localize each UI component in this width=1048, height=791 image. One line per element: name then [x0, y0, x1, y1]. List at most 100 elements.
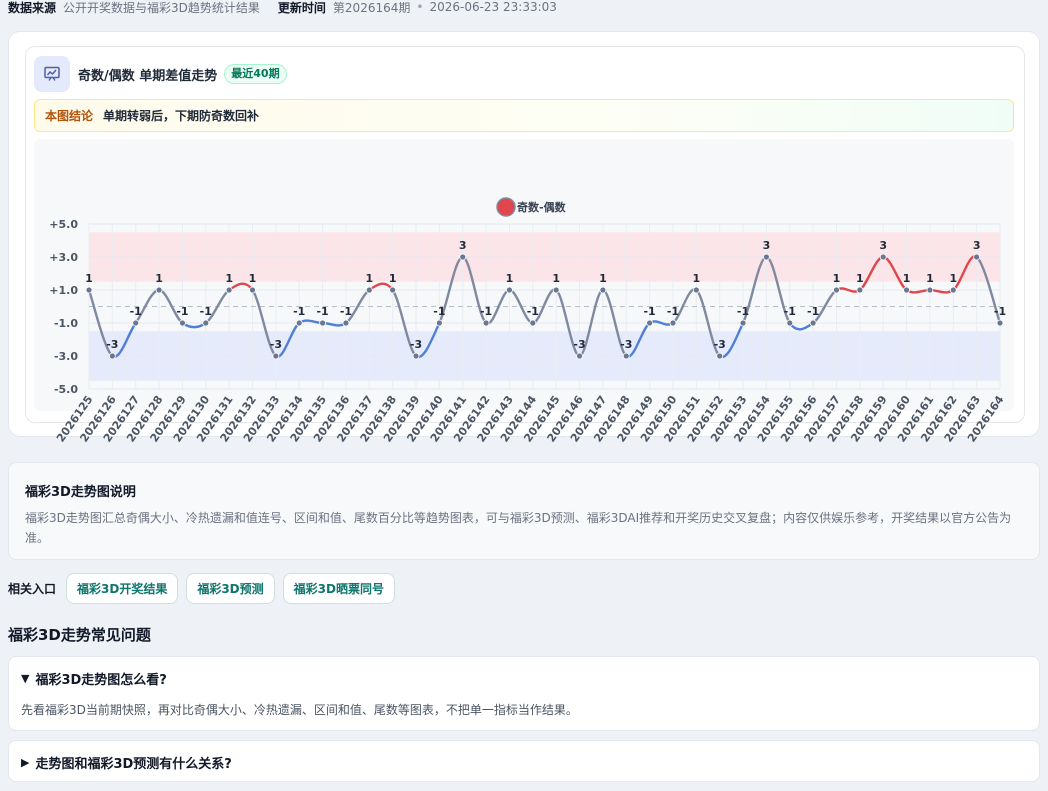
data-label: -3: [106, 338, 118, 351]
related-label: 相关入口: [8, 581, 57, 596]
data-label: 1: [949, 272, 957, 285]
data-point: [879, 253, 887, 261]
data-label: -1: [527, 305, 539, 318]
data-point: [412, 352, 420, 360]
data-label: -3: [410, 338, 422, 351]
data-label: 3: [763, 239, 771, 252]
y-tick-label: -5.0: [54, 383, 78, 396]
data-label: -1: [994, 305, 1006, 318]
faq-question-text: 福彩3D走势图怎么看?: [35, 673, 167, 688]
data-label: 1: [856, 272, 864, 285]
data-label: 1: [599, 272, 607, 285]
data-label: -1: [130, 305, 142, 318]
legend-marker: [496, 197, 516, 217]
y-tick-label: +1.0: [49, 284, 78, 297]
trend-chart-section: 奇数/偶数 单期差值走势 最近40期 本图结论 单期转弱后，下期防奇数回补 +5…: [8, 31, 1040, 445]
link-draw-results[interactable]: 福彩3D开奖结果: [66, 572, 179, 604]
faq-question-text: 走势图和福彩3D预测有什么关系?: [35, 757, 232, 772]
expanded-triangle-icon: ▼: [21, 672, 30, 685]
info-card: 福彩3D走势图说明 福彩3D走势图汇总奇偶大小、冷热遗漏和值连号、区间和值、尾数…: [8, 462, 1040, 560]
info-title: 福彩3D走势图说明: [25, 485, 136, 500]
data-label: -1: [807, 305, 819, 318]
data-label: -1: [176, 305, 188, 318]
data-point: [506, 286, 513, 294]
y-tick-label: -3.0: [54, 350, 78, 363]
data-label: -1: [667, 305, 679, 318]
data-label: 1: [926, 272, 934, 285]
related-links: 相关入口 福彩3D开奖结果 福彩3D预测 福彩3D晒票同号: [8, 572, 403, 604]
faq-answer: 先看福彩3D当前期快照，再对比奇偶大小、冷热遗漏、区间和值、尾数等图表，不把单一…: [21, 703, 578, 717]
separator-dot: •: [416, 0, 424, 14]
series-line-segment: [788, 321, 815, 331]
data-label: -3: [270, 338, 282, 351]
data-label: -1: [316, 305, 328, 318]
series-line-segment: [181, 321, 207, 329]
data-label: -1: [293, 305, 305, 318]
data-point: [903, 286, 910, 294]
data-label: -3: [620, 338, 632, 351]
source-value: 公开开奖数据与福彩3D趋势统计结果: [63, 0, 260, 15]
data-point: [669, 319, 677, 327]
data-point: [225, 286, 233, 294]
data-label: 1: [225, 272, 233, 285]
data-point: [435, 319, 443, 327]
data-point: [949, 286, 957, 294]
data-label: -3: [714, 338, 726, 351]
meta-bar: 数据来源 公开开奖数据与福彩3D趋势统计结果 更新时间 第2026164期 • …: [8, 0, 557, 17]
data-label: 1: [506, 272, 514, 285]
data-point: [365, 286, 373, 294]
faq-item-relation[interactable]: ▶ 走势图和福彩3D预测有什么关系?: [8, 740, 1040, 782]
data-point: [179, 319, 186, 327]
data-point: [295, 319, 303, 327]
data-point: [576, 352, 583, 360]
data-point: [926, 286, 934, 294]
faq-heading: 福彩3D走势常见问题: [8, 626, 151, 644]
data-point: [692, 286, 700, 294]
data-label: -1: [643, 305, 655, 318]
link-prediction[interactable]: 福彩3D预测: [186, 572, 275, 604]
y-tick-label: -1.0: [54, 317, 78, 330]
collapsed-triangle-icon: ▶: [21, 756, 30, 769]
data-point: [646, 319, 654, 327]
data-point: [552, 286, 560, 294]
data-label: -1: [784, 305, 796, 318]
legend-label: 奇数-偶数: [517, 200, 567, 214]
data-point: [716, 352, 724, 360]
data-label: -1: [737, 305, 749, 318]
data-point: [342, 319, 350, 327]
update-period: 第2026164期: [332, 0, 411, 15]
data-point: [319, 319, 326, 327]
faq-question[interactable]: ▶ 走势图和福彩3D预测有什么关系?: [21, 753, 232, 772]
data-point: [622, 352, 630, 360]
update-time: 2026-06-23 23:33:03: [429, 0, 557, 14]
info-description: 福彩3D走势图汇总奇偶大小、冷热遗漏和值连号、区间和值、尾数百分比等趋势图表，可…: [25, 511, 1012, 545]
data-point: [249, 286, 256, 294]
chart-card: 奇数/偶数 单期差值走势 最近40期 本图结论 单期转弱后，下期防奇数回补 +5…: [25, 46, 1025, 445]
data-label: 1: [833, 272, 841, 285]
data-point: [85, 286, 93, 294]
data-point: [996, 319, 1004, 327]
data-point: [482, 319, 490, 327]
data-label: 1: [85, 272, 93, 285]
data-point: [809, 319, 817, 327]
data-point: [202, 319, 210, 327]
data-label: -1: [480, 305, 492, 318]
data-label: 1: [552, 272, 560, 285]
data-point: [155, 286, 163, 294]
faq-item-how-to-read[interactable]: ▼ 福彩3D走势图怎么看? 先看福彩3D当前期快照，再对比奇偶大小、冷热遗漏、区…: [8, 656, 1040, 731]
source-label: 数据来源: [8, 0, 57, 15]
data-point: [739, 319, 747, 327]
plot-area: +5.0 +3.0 +1.0 -1.0 -3.0 -5.0 1 -3 -1 1 -1 -1 1 1 -3 -1…: [34, 139, 1014, 445]
data-label: 1: [155, 272, 163, 285]
data-label: 1: [903, 272, 911, 285]
data-label: -1: [433, 305, 445, 318]
data-label: 3: [879, 239, 887, 252]
faq-question[interactable]: ▼ 福彩3D走势图怎么看?: [21, 669, 167, 688]
data-label: 1: [693, 272, 701, 285]
data-point: [108, 352, 116, 360]
link-ticket-match[interactable]: 福彩3D晒票同号: [282, 572, 395, 604]
update-label: 更新时间: [277, 0, 326, 15]
data-point: [856, 286, 864, 294]
line-chart: +5.0 +3.0 +1.0 -1.0 -3.0 -5.0 1 -3 -1 1 -1 -1 1 1 -3 -1…: [49, 197, 1007, 445]
data-point: [786, 319, 794, 327]
